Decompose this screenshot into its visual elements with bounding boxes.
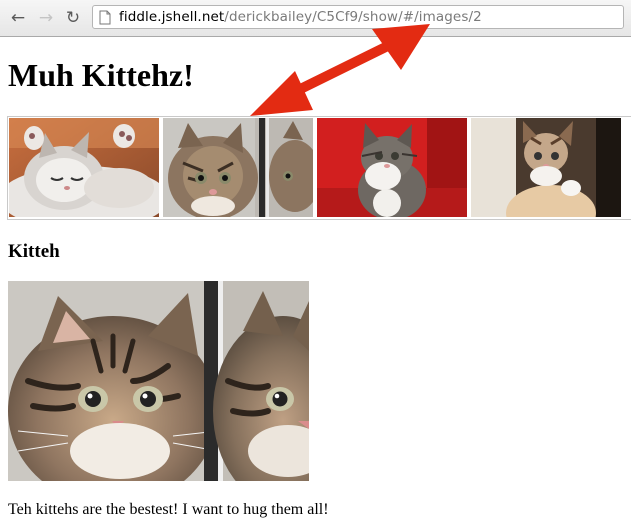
kitten-image xyxy=(9,118,159,217)
kitten-image xyxy=(471,118,621,217)
thumbnail-1[interactable] xyxy=(9,118,159,217)
selected-image-heading: Kitteh xyxy=(8,241,60,262)
thumbnail-4[interactable] xyxy=(471,118,621,217)
browser-toolbar: ← → ↻ fiddle.jshell.net/derickbailey/C5C… xyxy=(0,0,631,37)
page-title: Muh Kittehz! xyxy=(8,57,194,93)
selected-image-caption: Teh kittehs are the bestest! I want to h… xyxy=(8,501,329,518)
thumbnail-2[interactable] xyxy=(163,118,313,217)
reload-icon[interactable]: ↻ xyxy=(63,8,83,28)
arrow-right-icon[interactable]: → xyxy=(36,8,56,28)
selected-kitten-image xyxy=(8,281,309,481)
arrow-head-thumbnail xyxy=(250,71,313,116)
arrow-left-icon[interactable]: ← xyxy=(8,8,28,28)
url-path: /derickbailey/C5Cf9/show/#/images/2 xyxy=(224,9,482,25)
kitten-image xyxy=(8,281,309,481)
arrow-shaft xyxy=(265,35,405,109)
url-host: fiddle.jshell.net xyxy=(119,9,225,25)
address-bar[interactable]: fiddle.jshell.net/derickbailey/C5Cf9/sho… xyxy=(92,5,624,29)
kitten-image xyxy=(163,118,313,217)
kitten-image xyxy=(317,118,467,217)
thumbnail-gallery xyxy=(7,116,631,220)
url-text[interactable]: fiddle.jshell.net/derickbailey/C5Cf9/sho… xyxy=(119,8,482,27)
page-icon xyxy=(99,10,111,25)
thumbnail-3[interactable] xyxy=(317,118,467,217)
